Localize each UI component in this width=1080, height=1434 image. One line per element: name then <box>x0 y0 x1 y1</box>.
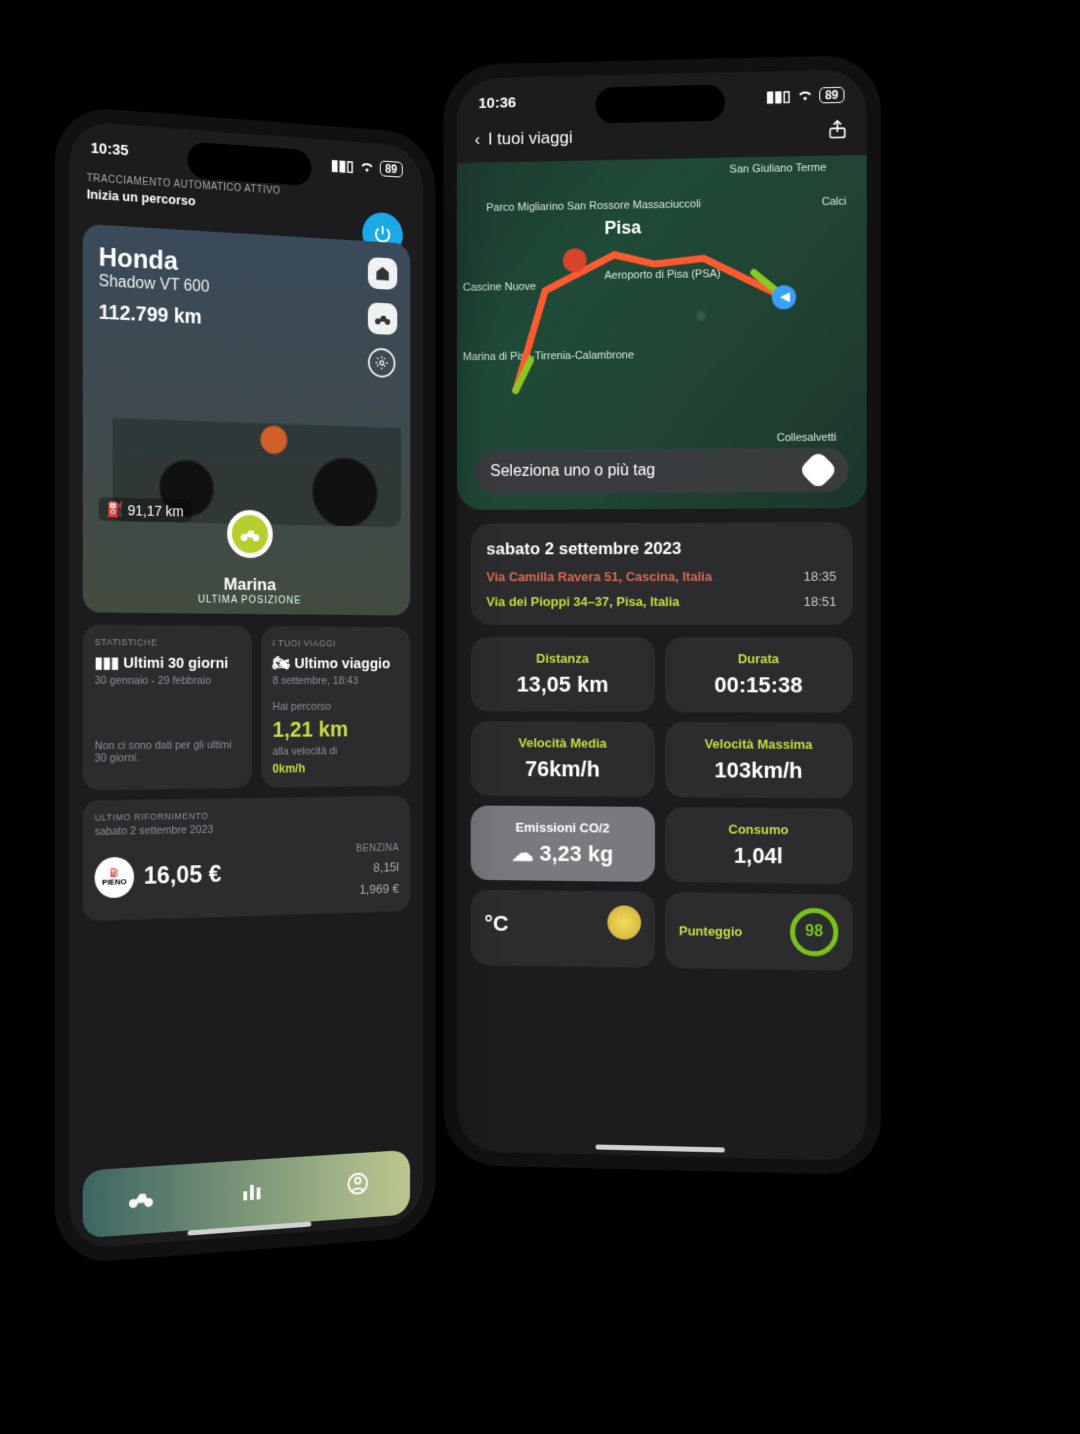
last-trip-when: 8 settembre, 18:43 <box>273 675 400 687</box>
signal-icon: ▮▮▯ <box>331 156 354 175</box>
refuel-price-per: 1,969 € <box>356 878 399 901</box>
last-trip-title: 🏍 Ultimo viaggio <box>273 654 400 672</box>
nav-profile-tab[interactable] <box>347 1171 369 1201</box>
last-trip-card[interactable]: I TUOI VIAGGI 🏍 Ultimo viaggio 8 settemb… <box>261 626 410 788</box>
trip-start-address[interactable]: Via Camilla Ravera 51, Cascina, Italia <box>486 569 712 584</box>
last-trip-speed: 0km/h <box>273 760 400 775</box>
metric-avg-speed[interactable]: Velocità Media 76km/h <box>471 721 655 797</box>
stats-title: ▮▮▮ Ultimi 30 giorni <box>95 653 241 672</box>
battery-indicator: 89 <box>380 160 403 177</box>
trip-date: sabato 2 settembre 2023 <box>486 538 836 559</box>
stats-section-label: STATISTICHE <box>95 637 241 648</box>
bottom-nav <box>83 1150 410 1239</box>
trip-metrics-grid: Distanza 13,05 km Durata 00:15:38 Veloci… <box>471 637 853 971</box>
trip-map[interactable]: San Giuliano Terme Parco Migliarino San … <box>457 155 867 510</box>
metric-co2[interactable]: Emissioni CO/2 ☁ 3,23 kg <box>471 805 655 882</box>
phone-dashboard: 10:35 ▮▮▯ 89 TRACCIAMENTO AUTOMATICO ATT… <box>55 105 436 1265</box>
status-time: 10:35 <box>91 139 129 159</box>
fuel-pump-icon: ⛽ <box>109 868 119 877</box>
trip-route <box>457 155 867 465</box>
cloud-icon: ☁ <box>512 841 534 866</box>
battery-indicator: 89 <box>819 87 845 104</box>
last-refuel-card[interactable]: ULTIMO RIFORNIMENTO sabato 2 settembre 2… <box>83 796 410 922</box>
trip-start-time: 18:35 <box>804 569 837 584</box>
metric-distance[interactable]: Distanza 13,05 km <box>471 637 655 712</box>
metric-max-speed[interactable]: Velocità Massima 103km/h <box>665 722 853 799</box>
trip-summary-card: sabato 2 settembre 2023 Via Camilla Rave… <box>471 522 853 625</box>
stats-card[interactable]: STATISTICHE ▮▮▮ Ultimi 30 giorni 30 genn… <box>83 625 252 791</box>
trip-end-address[interactable]: Via dei Pioppi 34–37, Pisa, Italia <box>486 594 679 609</box>
trips-section-label: I TUOI VIAGGI <box>273 638 400 649</box>
full-tank-badge: ⛽ PIENO <box>95 856 134 898</box>
metric-consumption[interactable]: Consumo 1,04l <box>665 807 853 884</box>
score-ring: 98 <box>790 908 838 957</box>
settings-icon-button[interactable] <box>368 347 396 378</box>
metric-score[interactable]: Punteggio 98 <box>665 892 853 971</box>
refuel-amount: 16,05 € <box>144 860 222 890</box>
nav-stats-tab[interactable] <box>240 1178 263 1209</box>
garage-icon-button[interactable] <box>368 257 397 290</box>
last-trip-distance: 1,21 km <box>273 716 400 742</box>
status-time: 10:36 <box>478 94 516 112</box>
back-button[interactable]: ‹ I tuoi viaggi <box>475 127 573 149</box>
tag-prompt-label: Seleziona uno o più tag <box>490 462 655 481</box>
tag-icon <box>798 450 838 490</box>
share-button[interactable] <box>826 118 848 146</box>
vehicle-odometer: 112.799 km <box>99 301 396 339</box>
chevron-left-icon: ‹ <box>475 129 481 149</box>
speed-at-label: alla velocità di <box>273 745 400 758</box>
phone-trip-detail: 10:36 ▮▮▯ 89 ‹ I tuoi viaggi San Giulian… <box>443 55 881 1176</box>
home-indicator[interactable] <box>596 1145 725 1153</box>
signal-icon: ▮▮▯ <box>766 87 791 106</box>
wifi-icon <box>797 87 813 104</box>
stats-empty-message: Non ci sono dati per gli ultimi 30 giorn… <box>95 739 241 765</box>
dynamic-island <box>596 84 725 123</box>
fuel-type-label: BENZINA <box>356 840 399 858</box>
sun-icon <box>607 905 641 939</box>
tag-selector[interactable]: Seleziona uno o più tag <box>475 448 849 494</box>
metric-weather[interactable]: °C <box>471 890 655 968</box>
motorcycle-icon: 🏍 <box>273 655 291 672</box>
stats-range: 30 gennaio - 29 febbraio <box>95 675 241 687</box>
trip-end-time: 18:51 <box>804 594 837 609</box>
bar-chart-icon: ▮▮▮ <box>95 654 119 671</box>
motorcycle-icon-button[interactable] <box>368 302 397 335</box>
fuel-pump-icon: ⛽ <box>107 500 124 518</box>
location-pin-icon[interactable] <box>227 509 273 558</box>
refuel-liters: 8,15l <box>356 856 399 879</box>
covered-label: Hai percorso <box>273 701 400 713</box>
nav-vehicle-tab[interactable] <box>127 1187 154 1214</box>
refuel-date: sabato 2 settembre 2023 <box>95 820 399 838</box>
wifi-icon <box>359 158 374 176</box>
vehicle-card[interactable]: Honda Shadow VT 600 112.799 km ⛽ 91,17 k… <box>83 224 410 616</box>
fuel-range: ⛽ 91,17 km <box>99 497 192 522</box>
metric-duration[interactable]: Durata 00:15:38 <box>665 637 853 713</box>
